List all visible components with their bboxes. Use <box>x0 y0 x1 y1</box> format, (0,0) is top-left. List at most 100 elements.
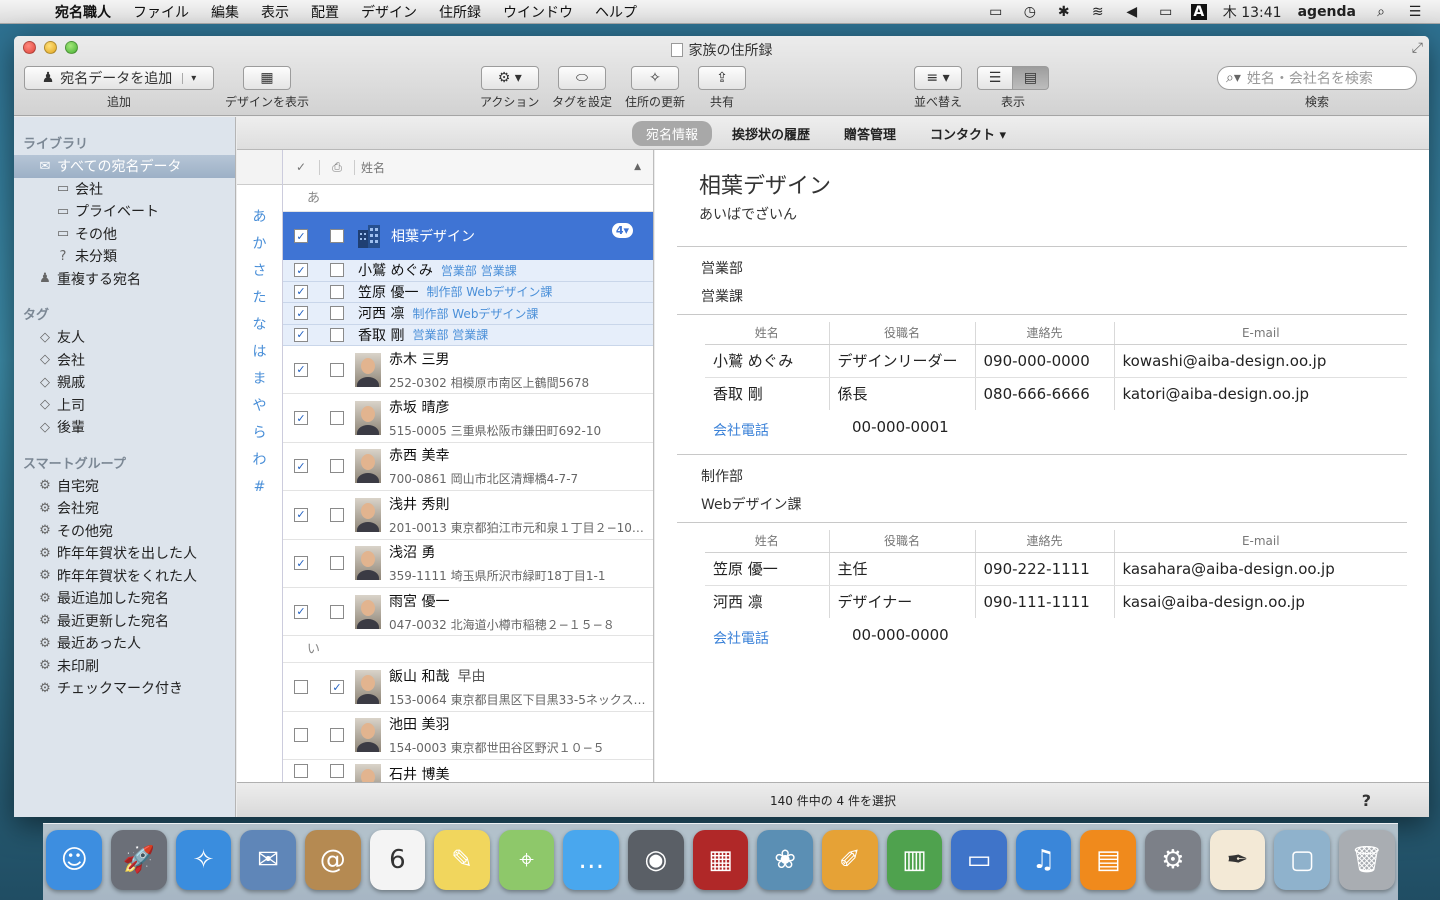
sidebar-smart-recently-updated[interactable]: ⚙ 最近更新した宛名 <box>14 610 235 633</box>
spotlight-icon[interactable]: ⌕ <box>1372 4 1390 20</box>
check-checkbox[interactable]: ✓ <box>294 411 308 426</box>
system-preferences-icon[interactable]: ⚙ <box>1145 830 1201 890</box>
itunes-icon[interactable]: ♫ <box>1015 830 1072 890</box>
check-column-icon[interactable]: ✓ <box>283 160 319 174</box>
volume-icon[interactable]: ◀ <box>1123 4 1141 20</box>
list-item[interactable]: ✓ 浅井 秀則 201-0013 東京都狛江市元和泉１丁目２−10… <box>283 491 653 540</box>
action-button[interactable]: ⚙ ▾ <box>480 66 539 90</box>
list-item[interactable]: 石井 博美 <box>283 760 653 782</box>
check-checkbox[interactable] <box>294 764 308 779</box>
list-item[interactable]: ✓ 雨宮 優一 047-0032 北海道小樽市稲穂２−１５−８ <box>283 588 653 637</box>
print-checkbox[interactable] <box>330 327 344 342</box>
index-na[interactable]: な <box>237 312 282 339</box>
index-sa[interactable]: さ <box>237 258 282 285</box>
keynote-icon[interactable]: ▭ <box>951 830 1007 890</box>
applications-folder-icon[interactable]: ▢ <box>1274 830 1330 890</box>
share-button[interactable]: ⇪ <box>698 66 746 90</box>
help-button[interactable]: ? <box>1362 791 1371 810</box>
time-machine-icon[interactable]: ◷ <box>1021 4 1039 20</box>
print-checkbox[interactable] <box>330 556 344 571</box>
mail-icon[interactable]: ✉ <box>240 830 296 890</box>
check-checkbox[interactable]: ✓ <box>294 327 308 342</box>
sidebar-item-company[interactable]: ▭ 会社 <box>14 178 235 201</box>
check-checkbox[interactable]: ✓ <box>294 229 308 243</box>
index-a[interactable]: あ <box>237 204 282 231</box>
sidebar-smart-unprinted[interactable]: ⚙ 未印刷 <box>14 655 235 678</box>
index-ta[interactable]: た <box>237 285 282 312</box>
ibooks-icon[interactable]: ▤ <box>1080 830 1137 890</box>
menu-window[interactable]: ウインドウ <box>492 2 584 22</box>
index-ma[interactable]: ま <box>237 366 282 393</box>
add-button[interactable]: ♟ 宛名データを追加 ▾ <box>24 66 214 90</box>
launchpad-icon[interactable]: 🚀 <box>111 830 167 890</box>
index-hash[interactable]: # <box>237 474 282 501</box>
member-row[interactable]: ✓ 河西 凛 制作部 Webデザイン課 <box>283 303 653 325</box>
finder-icon[interactable]: ☺ <box>46 830 103 890</box>
name-column-header[interactable]: 姓名 <box>355 159 385 176</box>
check-checkbox[interactable]: ✓ <box>294 306 308 321</box>
index-ka[interactable]: か <box>237 231 282 258</box>
menu-arrange[interactable]: 配置 <box>300 2 350 22</box>
design-button[interactable]: ▦ <box>243 66 291 90</box>
check-checkbox[interactable]: ✓ <box>294 362 308 377</box>
check-checkbox[interactable]: ✓ <box>294 263 308 278</box>
photobooth-icon[interactable]: ▦ <box>692 830 749 890</box>
atena-shokunin-icon[interactable]: ✒ <box>1209 830 1266 890</box>
maps-icon[interactable]: ⌖ <box>498 830 555 890</box>
sidebar-item-private[interactable]: ▭ プライベート <box>14 200 235 223</box>
menu-clock[interactable]: 木 13:41 <box>1223 2 1282 22</box>
sidebar-smart-received-last-year[interactable]: ⚙ 昨年年賀状をくれた人 <box>14 565 235 588</box>
search-field[interactable]: ⌕▾ 姓名・会社名を検索 <box>1217 66 1417 90</box>
menu-view[interactable]: 表示 <box>250 2 300 22</box>
sidebar-item-other[interactable]: ▭ その他 <box>14 223 235 246</box>
check-checkbox[interactable]: ✓ <box>294 507 308 522</box>
check-checkbox[interactable] <box>294 728 308 743</box>
sidebar-tag-junior[interactable]: ◇ 後輩 <box>14 416 235 439</box>
list-item[interactable]: 池田 美羽 154-0003 東京都世田谷区野沢１０−５ <box>283 712 653 761</box>
trash-icon[interactable]: 🗑 <box>1338 830 1395 890</box>
tab-contact[interactable]: コンタクト ▾ <box>916 121 1020 146</box>
chevron-down-icon[interactable]: ▾ <box>182 72 196 84</box>
sidebar-smart-recently-added[interactable]: ⚙ 最近追加した宛名 <box>14 587 235 610</box>
check-checkbox[interactable]: ✓ <box>294 459 308 474</box>
sidebar-item-all[interactable]: ✉ すべての宛名データ <box>14 155 235 178</box>
fullscreen-icon[interactable]: ⤢ <box>1412 40 1423 56</box>
list-item[interactable]: ✓ 赤西 美幸 700-0861 岡山市北区清輝橋4-7-7 <box>283 443 653 492</box>
facetime-icon[interactable]: ◉ <box>628 830 684 890</box>
sidebar-tag-relative[interactable]: ◇ 親戚 <box>14 371 235 394</box>
sidebar-tag-company[interactable]: ◇ 会社 <box>14 349 235 372</box>
calendar-icon[interactable]: 6 <box>369 830 426 890</box>
print-checkbox[interactable] <box>330 284 344 299</box>
sidebar-tag-boss[interactable]: ◇ 上司 <box>14 394 235 417</box>
tag-button[interactable]: ⬭ <box>558 66 606 90</box>
sidebar-item-duplicates[interactable]: ♟ 重複する宛名 <box>14 268 235 291</box>
member-row[interactable]: ✓ 香取 剛 営業部 営業課 <box>283 324 653 346</box>
menu-file[interactable]: ファイル <box>122 2 200 22</box>
wifi-icon[interactable]: ≋ <box>1089 4 1107 20</box>
pages-icon[interactable]: ✐ <box>821 830 878 890</box>
sidebar-smart-checked[interactable]: ⚙ チェックマーク付き <box>14 677 235 700</box>
battery-icon[interactable]: ▭ <box>1157 4 1175 20</box>
check-checkbox[interactable]: ✓ <box>294 284 308 299</box>
menu-design[interactable]: デザイン <box>350 2 428 22</box>
menu-addressbook[interactable]: 住所録 <box>428 2 492 22</box>
index-ya[interactable]: や <box>237 393 282 420</box>
table-row[interactable]: 小鷲 めぐみ デザインリーダー 090-000-0000 kowashi@aib… <box>705 344 1407 378</box>
numbers-icon[interactable]: ▥ <box>886 830 943 890</box>
check-checkbox[interactable] <box>294 680 308 695</box>
view-detail-button[interactable]: ▤ <box>1013 66 1049 90</box>
company-phone-label[interactable]: 会社電話 <box>713 420 769 440</box>
print-checkbox[interactable]: ✓ <box>330 680 344 695</box>
index-ha[interactable]: は <box>237 339 282 366</box>
list-item[interactable]: ✓ 飯山 和哉 早由 153-0064 東京都目黒区下目黒33-5ネックス… <box>283 663 653 712</box>
member-row[interactable]: ✓ 笠原 優一 制作部 Webデザイン課 <box>283 281 653 303</box>
iphoto-icon[interactable]: ❀ <box>757 830 813 890</box>
index-ra[interactable]: ら <box>237 420 282 447</box>
table-row[interactable]: 河西 凛 デザイナー 090-111-1111 kasai@aiba-desig… <box>705 585 1407 618</box>
tab-address-info[interactable]: 宛名情報 <box>631 120 712 146</box>
print-checkbox[interactable] <box>330 507 344 522</box>
menu-user[interactable]: agenda <box>1298 4 1356 20</box>
update-button[interactable]: ✧ <box>631 66 679 90</box>
member-row[interactable]: ✓ 小鷲 めぐみ 営業部 営業課 <box>283 260 653 282</box>
menu-help[interactable]: ヘルプ <box>584 2 648 22</box>
